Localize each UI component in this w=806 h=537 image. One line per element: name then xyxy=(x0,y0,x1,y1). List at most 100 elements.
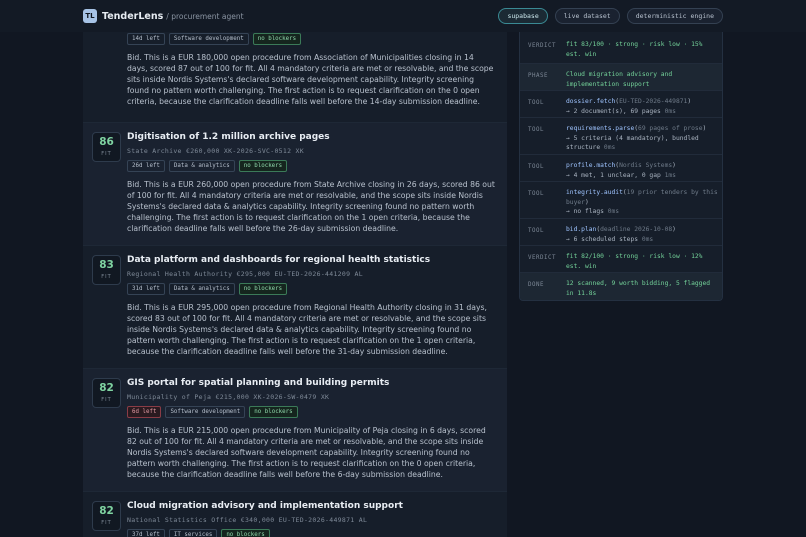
tag-neutral: 14d left xyxy=(127,33,165,45)
tool-arg: Nordis Systems xyxy=(619,162,673,169)
duration: 0ms xyxy=(664,107,676,115)
pill-live-dataset[interactable]: live dataset xyxy=(554,8,620,24)
tender-meta: State Archive €260,000 XK-2026-SVC-0512 … xyxy=(127,147,304,155)
trace-call: dossier.fetch(EU-TED-2026-449871) xyxy=(566,97,718,107)
tender-body: 14d left Software development no blockers B… xyxy=(127,28,495,107)
tender-title[interactable]: Digitisation of 1.2 million archive page… xyxy=(127,132,495,142)
trace-call: integrity.audit(19 prior tenders by this… xyxy=(566,188,718,207)
trace-label: TOOL xyxy=(528,228,544,234)
result-text: → 5 criteria (4 mandatory), bundled stru… xyxy=(566,134,699,152)
trace-row: TOOL bid.plan(deadline 2026-10-08) → 6 sch… xyxy=(520,219,722,246)
fit-label: FIT xyxy=(101,396,112,403)
tag-neutral: Data & analytics xyxy=(168,283,235,295)
trace-value: 12 scanned, 9 worth bidding, 5 flagged i… xyxy=(566,279,718,298)
trace-result: → 4 met, 1 unclear, 0 gap 1ms xyxy=(566,171,718,181)
tender-recommendation: Bid. This is a EUR 295,000 open procedur… xyxy=(127,303,487,356)
result-text: → 4 met, 1 unclear, 0 gap xyxy=(566,171,665,179)
trace-row: TOOL profile.match(Nordis Systems) → 4 met… xyxy=(520,155,722,182)
trace-call: bid.plan(deadline 2026-10-08) xyxy=(566,225,718,235)
result-text: → no flags xyxy=(566,208,608,215)
tender-card[interactable]: 82 FIT GIS portal for spatial planning and… xyxy=(83,369,507,492)
trace-result: → 2 document(s), 69 pages 0ms xyxy=(566,107,718,117)
app-logo: TL xyxy=(83,9,97,23)
tender-card[interactable]: 83 FIT Data platform and dashboards for re… xyxy=(83,246,507,369)
trace-row: TOOL integrity.audit(19 prior tenders by … xyxy=(520,182,722,219)
trace-text: fit 82/100 · strong · risk low · 12% est… xyxy=(566,253,703,270)
app-header: TL TenderLens / procurement agent supaba… xyxy=(0,0,806,32)
trace-value: integrity.audit(19 prior tenders by this… xyxy=(566,188,718,217)
fit-score: 86 xyxy=(99,136,114,149)
trace-label: TOOL xyxy=(528,164,544,170)
trace-value: requirements.parse(69 pages of prose) → 5… xyxy=(566,124,718,153)
fit-score: 82 xyxy=(99,382,114,395)
tool-arg: EU-TED-2026-449871 xyxy=(619,98,688,105)
paren-close: ) xyxy=(584,198,589,206)
tender-card[interactable]: 82 FIT Cloud migration advisory and implem… xyxy=(83,492,507,537)
tag-neutral: 31d left xyxy=(127,283,165,295)
pill-supabase[interactable]: supabase xyxy=(498,8,548,24)
paren-close: ) xyxy=(687,98,692,105)
tender-title[interactable]: GIS portal for spatial planning and buil… xyxy=(127,378,495,388)
trace-call: profile.match(Nordis Systems) xyxy=(566,161,718,171)
trace-label: VERDICT xyxy=(528,43,556,49)
fit-score-badge: 86 FIT xyxy=(92,132,121,162)
tender-tags: 26d left Data & analytics no blockers xyxy=(127,160,495,172)
tender-meta: Municipality of Peja €215,000 XK-2026-SW… xyxy=(127,393,330,401)
tool-name: requirements.parse xyxy=(566,125,635,132)
tender-title[interactable]: Cloud migration advisory and implementat… xyxy=(127,501,495,511)
tag-ok: no blockers xyxy=(252,33,302,45)
tender-tags: 14d left Software development no blockers xyxy=(127,33,495,45)
tender-body: GIS portal for spatial planning and buil… xyxy=(127,378,495,480)
tag-ok: no blockers xyxy=(238,283,288,295)
trace-text: Cloud migration advisory and implementat… xyxy=(566,71,673,88)
trace-value: profile.match(Nordis Systems) → 4 met, 1 … xyxy=(566,161,718,180)
tender-title[interactable]: Data platform and dashboards for regiona… xyxy=(127,255,495,265)
trace-row: PHASE Cloud migration advisory and implem… xyxy=(520,64,722,91)
tag-neutral: Software development xyxy=(165,406,246,418)
trace-label: PHASE xyxy=(528,73,548,79)
trace-label: VERDICT xyxy=(528,255,556,261)
fit-label: FIT xyxy=(101,273,112,280)
trace-label: TOOL xyxy=(528,191,544,197)
tag-neutral: 37d left xyxy=(127,529,165,537)
trace-row: VERDICT fit 83/100 · strong · risk low · … xyxy=(520,34,722,64)
tag-ok: no blockers xyxy=(249,406,298,418)
tender-recommendation: Bid. This is a EUR 180,000 open procedur… xyxy=(127,53,494,106)
tender-body: Data platform and dashboards for regiona… xyxy=(127,255,495,357)
tender-meta: National Statistics Office €340,000 EU-T… xyxy=(127,516,368,524)
trace-label: TOOL xyxy=(528,100,544,106)
tag-warn: 6d left xyxy=(127,406,162,418)
pill-deterministic-engine[interactable]: deterministic engine xyxy=(626,8,723,24)
tool-arg: deadline 2026-10-08 xyxy=(600,226,673,233)
tender-body: Digitisation of 1.2 million archive page… xyxy=(127,132,495,234)
tender-card[interactable]: 86 FIT Digitisation of 1.2 million archive… xyxy=(83,123,507,246)
brand-name: TenderLens xyxy=(102,10,164,22)
trace-row: VERDICT fit 82/100 · strong · risk low · … xyxy=(520,246,722,273)
trace-value: fit 83/100 · strong · risk low · 15% est… xyxy=(566,40,718,59)
tag-neutral: IT services xyxy=(168,529,218,537)
fit-score-badge: 82 FIT xyxy=(92,378,121,408)
tag-ok: no blockers xyxy=(221,529,270,537)
tool-name: bid.plan xyxy=(566,226,597,233)
brand-subtitle: / procurement agent xyxy=(166,11,244,21)
trace-call: requirements.parse(69 pages of prose) xyxy=(566,124,718,134)
duration: 0ms xyxy=(641,235,654,243)
trace-value: fit 82/100 · strong · risk low · 12% est… xyxy=(566,252,718,271)
trace-value: dossier.fetch(EU-TED-2026-449871) → 2 doc… xyxy=(566,97,718,116)
trace-result: → 6 scheduled steps 0ms xyxy=(566,235,718,245)
fit-label: FIT xyxy=(101,519,112,526)
tool-name: integrity.audit xyxy=(566,189,623,196)
trace-result: → 5 criteria (4 mandatory), bundled stru… xyxy=(566,134,718,153)
tender-body: Cloud migration advisory and implementat… xyxy=(127,501,495,537)
duration: 0ms xyxy=(607,208,620,215)
result-text: → 6 scheduled steps xyxy=(566,235,642,243)
fit-score-badge: 83 FIT xyxy=(92,255,121,285)
trace-result: → no flags 0ms xyxy=(566,207,718,217)
trace-row: TOOL requirements.parse(69 pages of prose… xyxy=(520,118,722,155)
tender-tags: 31d left Data & analytics no blockers xyxy=(127,283,495,295)
tool-name: dossier.fetch xyxy=(566,98,616,105)
trace-value: bid.plan(deadline 2026-10-08) → 6 schedul… xyxy=(566,225,718,244)
tender-tags: 37d left IT services no blockers xyxy=(127,529,495,537)
trace-value: Cloud migration advisory and implementat… xyxy=(566,70,718,89)
tag-neutral: 26d left xyxy=(127,160,165,172)
